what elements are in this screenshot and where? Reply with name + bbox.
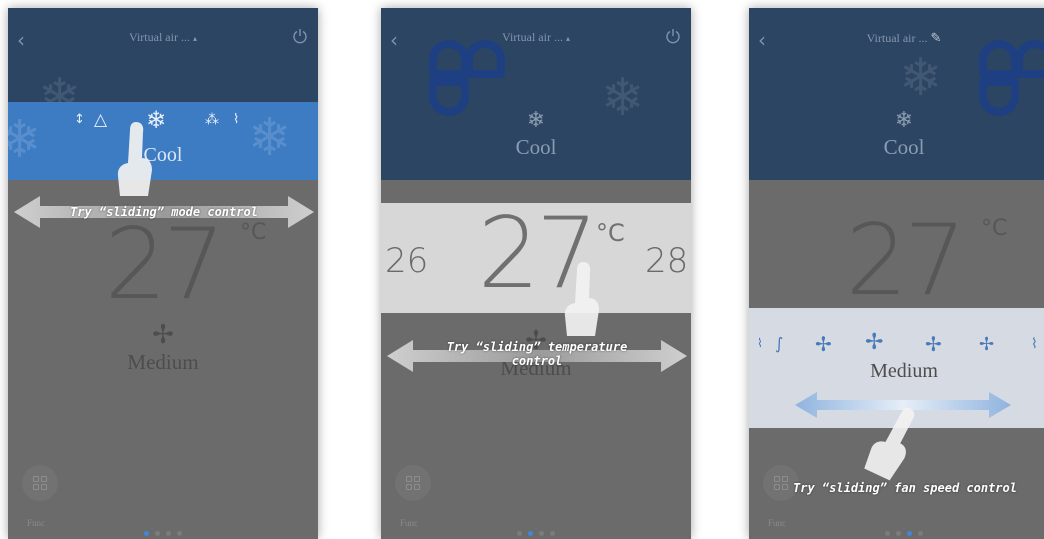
brand-logo-icon xyxy=(429,40,505,116)
fan-speed-label: Medium xyxy=(870,360,938,382)
page-indicator xyxy=(381,523,691,539)
func-button[interactable] xyxy=(395,465,431,501)
device-title[interactable]: Virtual air ... ▴ xyxy=(8,30,318,45)
page-dot xyxy=(896,531,901,536)
phone-screen-temperature: ❄ ‹ Virtual air ... ▴ ❄ Cool 26 27 °C 28… xyxy=(381,8,691,539)
phone-screen-fan-speed: ❄ ‹ Virtual air ... ✎ ❄ Cool 27 °C ⌇ ∫ ✢… xyxy=(749,8,1044,539)
page-dot xyxy=(885,531,890,536)
hint-line-2: control xyxy=(511,354,563,368)
next-temperature[interactable]: 28 xyxy=(645,241,688,281)
edit-indicator-icon: ▴ xyxy=(192,34,197,43)
fan-speed-block[interactable]: ✢ Medium xyxy=(8,320,318,375)
pointing-hand-icon xyxy=(117,122,152,196)
edit-indicator-icon: ▴ xyxy=(565,34,570,43)
temperature-unit: °C xyxy=(981,216,1008,241)
temperature-unit: °C xyxy=(596,219,625,247)
pencil-icon[interactable]: ✎ xyxy=(931,30,942,45)
page-dot-active xyxy=(144,531,149,536)
page-dot xyxy=(550,531,555,536)
grid-icon xyxy=(33,476,47,490)
mode-label: Cool xyxy=(143,144,183,166)
page-indicator xyxy=(749,523,1044,539)
fan-speed-min-icon[interactable]: ⌇ xyxy=(757,336,763,350)
fan-speed-3-icon[interactable]: ✢ xyxy=(865,330,883,355)
power-icon[interactable] xyxy=(665,28,681,44)
auto-mode-icon[interactable]: ↕ xyxy=(74,112,85,127)
fan-speed-5-icon[interactable]: ✢ xyxy=(979,334,994,355)
fan-speed-1-icon[interactable]: ∫ xyxy=(775,334,783,353)
page-dot xyxy=(155,531,160,536)
device-title-text: Virtual air ... xyxy=(129,30,190,44)
brand-logo-icon xyxy=(979,40,1044,116)
fan-speed-icons-row: ⌇ ∫ ✢ ✢ ✢ ✢ ⌇ xyxy=(749,330,1044,360)
fan-speed-2-icon[interactable]: ✢ xyxy=(815,332,832,356)
hint-text: Try “sliding” fan speed control xyxy=(793,481,1017,495)
page-dot xyxy=(539,531,544,536)
fan-mode-icon[interactable]: ⌇ xyxy=(233,112,239,127)
hint-text: Try “sliding” temperature control xyxy=(421,340,653,368)
heat-mode-icon[interactable]: △ xyxy=(94,110,107,130)
fan-speed-max-icon[interactable]: ⌇ xyxy=(1031,336,1038,352)
page-dot xyxy=(166,531,171,536)
mode-icons-row: ↕ △ ❄ ⁂ ⌇ xyxy=(8,106,318,138)
mode-selector-strip[interactable]: ❄ ❄ ↕ △ ❄ ⁂ ⌇ Cool xyxy=(8,102,318,180)
power-icon[interactable] xyxy=(292,28,308,44)
grid-icon xyxy=(406,476,420,490)
temperature-selector-strip[interactable]: 26 27 °C 28 xyxy=(381,197,691,313)
page-dot xyxy=(177,531,182,536)
page-indicator xyxy=(8,523,318,539)
fan-icon: ✢ xyxy=(152,320,174,350)
pointing-hand-icon xyxy=(564,262,599,336)
page-dot xyxy=(517,531,522,536)
fan-speed-label: Medium xyxy=(127,350,199,374)
page-dot-active xyxy=(528,531,533,536)
snowflake-decor-icon: ❄ xyxy=(899,48,943,108)
device-title-text: Virtual air ... xyxy=(502,30,563,44)
mode-label: Cool xyxy=(883,135,925,159)
fan-speed-4-icon[interactable]: ✢ xyxy=(925,332,942,356)
hint-text: Try “sliding” mode control xyxy=(70,205,258,219)
hint-line-1: Try “sliding” temperature xyxy=(446,340,628,354)
func-button[interactable] xyxy=(22,465,58,501)
page-dot xyxy=(918,531,923,536)
device-title-text: Virtual air ... xyxy=(866,31,928,45)
dry-mode-icon[interactable]: ⁂ xyxy=(205,112,219,128)
phone-screen-mode: ❄ ❄ ‹ Virtual air ... ▴ ❄ ❄ ↕ △ ❄ ⁂ ⌇ Co… xyxy=(8,8,318,539)
page-dot-active xyxy=(907,531,912,536)
mode-label: Cool xyxy=(515,135,557,159)
